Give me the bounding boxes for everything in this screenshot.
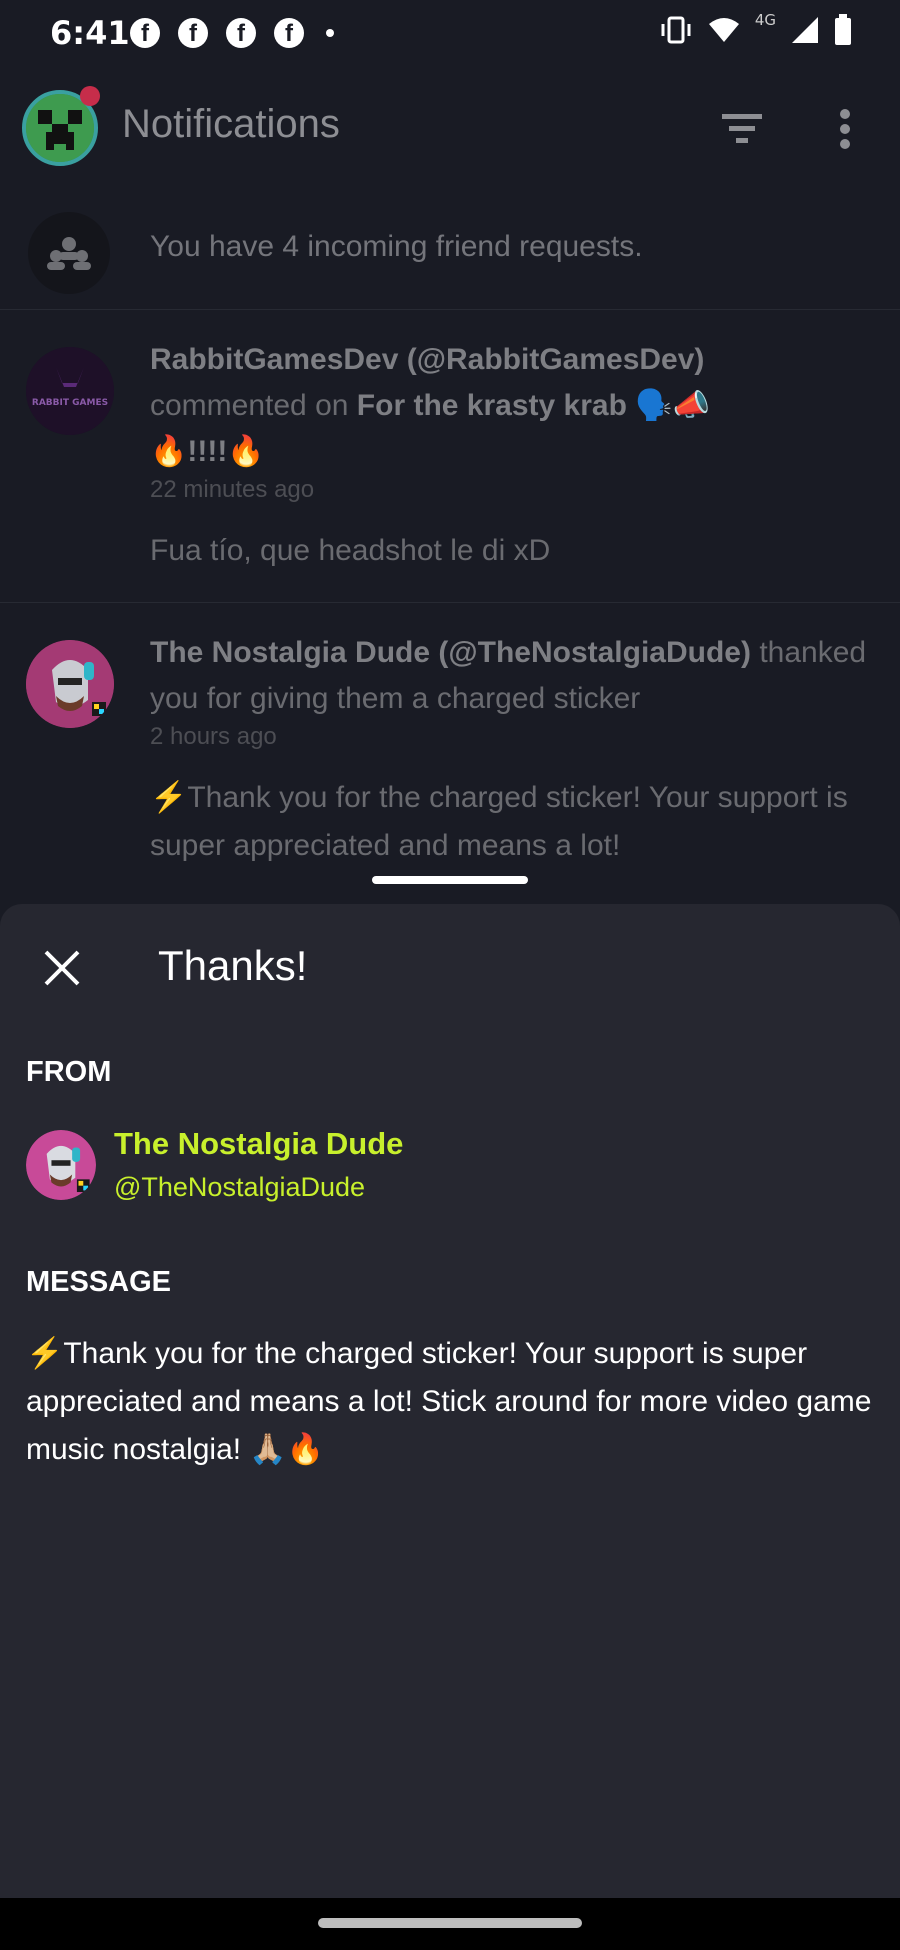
friend-requests-icon-wrap — [28, 212, 110, 294]
avatar-logo-text: RABBIT GAMES — [32, 398, 108, 408]
avatar[interactable]: RABBIT GAMES — [26, 347, 114, 435]
notification-quote: Fua tío, que headshot le di xD — [150, 534, 551, 567]
from-label: FROM — [26, 1056, 112, 1088]
vibrate-icon — [661, 16, 691, 44]
filter-button[interactable] — [718, 106, 768, 150]
facebook-icon: f — [130, 18, 160, 48]
notification-time: 22 minutes ago — [150, 476, 315, 503]
network-type-label: 4G — [754, 11, 776, 29]
dot-icon — [326, 29, 334, 37]
more-vert-icon — [840, 109, 850, 149]
notification-emoji: 🗣️📣 — [635, 389, 710, 422]
notification-item[interactable]: The Nostalgia Dude (@TheNostalgiaDude) t… — [0, 604, 900, 904]
notification-target[interactable]: For the krasty krab — [357, 389, 627, 422]
avatar[interactable] — [26, 640, 114, 728]
nostalgia-dude-avatar-art — [26, 640, 114, 728]
drag-handle[interactable] — [372, 876, 528, 884]
close-button[interactable] — [40, 946, 84, 990]
facebook-icon: f — [178, 18, 208, 48]
notification-body: The Nostalgia Dude (@TheNostalgiaDude) t… — [150, 630, 870, 870]
notification-text: RabbitGamesDev (@RabbitGamesDev) comment… — [150, 337, 870, 475]
status-time: 6:41 — [50, 14, 130, 52]
friend-requests-row[interactable]: You have 4 incoming friend requests. — [0, 200, 900, 310]
system-nav-bar — [0, 1898, 900, 1950]
notification-item[interactable]: RABBIT GAMES RabbitGamesDev (@RabbitGame… — [0, 311, 900, 603]
notification-time: 2 hours ago — [150, 723, 277, 750]
notification-text: The Nostalgia Dude (@TheNostalgiaDude) t… — [150, 630, 870, 722]
notification-target-cont: 🔥!!!!🔥 — [150, 435, 265, 468]
thanks-sheet: Thanks! FROM The Nostalgia Dude @TheNost… — [0, 904, 900, 1898]
notification-action: commented on — [150, 389, 349, 422]
nostalgia-dude-avatar-art — [26, 1130, 96, 1200]
close-icon — [44, 950, 80, 986]
sender-name[interactable]: The Nostalgia Dude — [114, 1126, 403, 1162]
home-indicator[interactable] — [318, 1918, 582, 1928]
battery-icon — [835, 14, 851, 45]
system-icons: 4G — [659, 11, 852, 46]
screen: 6:41 f f f f 4G Notifications You have 4… — [0, 0, 900, 1950]
facebook-icon: f — [274, 18, 304, 48]
group-icon — [47, 237, 91, 270]
wifi-icon — [708, 18, 739, 42]
avatar-status-badge — [80, 86, 100, 106]
notification-quote: ⚡Thank you for the charged sticker! Your… — [150, 781, 848, 862]
notification-user[interactable]: RabbitGamesDev (@RabbitGamesDev) — [150, 343, 704, 376]
notification-user[interactable]: The Nostalgia Dude (@TheNostalgiaDude) — [150, 636, 751, 669]
sheet-title: Thanks! — [158, 942, 308, 989]
message-text: ⚡Thank you for the charged sticker! Your… — [26, 1337, 872, 1466]
facebook-icon: f — [226, 18, 256, 48]
more-options-button[interactable] — [830, 104, 860, 154]
message-label: MESSAGE — [26, 1266, 172, 1298]
notification-body: RabbitGamesDev (@RabbitGamesDev) comment… — [150, 337, 870, 575]
sender-avatar[interactable] — [26, 1130, 96, 1200]
signal-icon — [792, 17, 818, 43]
filter-icon — [722, 114, 762, 143]
rabbit-games-logo: RABBIT GAMES — [26, 347, 114, 435]
page-title: Notifications — [122, 102, 340, 146]
status-bar: 6:41 f f f f 4G — [0, 0, 900, 70]
app-bar: Notifications — [0, 70, 900, 190]
friend-requests-text: You have 4 incoming friend requests. — [150, 230, 643, 263]
notification-icons: f f f f — [130, 18, 334, 48]
sender-handle[interactable]: @TheNostalgiaDude — [114, 1172, 365, 1203]
